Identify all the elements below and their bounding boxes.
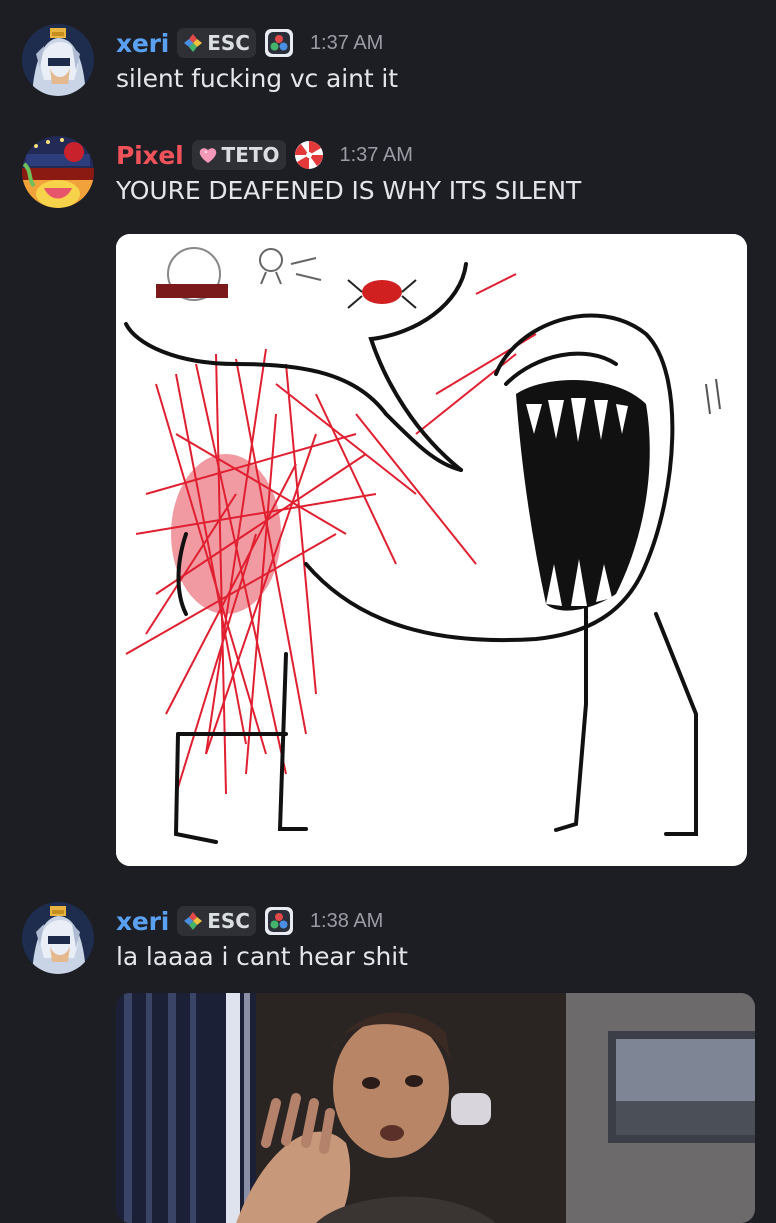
message-text: la laaaa i cant hear shit <box>116 942 408 971</box>
message-text: YOURE DEAFENED IS WHY ITS SILENT <box>116 176 582 205</box>
avatar-xeri[interactable] <box>22 24 94 96</box>
message-text: silent fucking vc aint it <box>116 64 398 93</box>
guild-tag[interactable]: ESC <box>177 906 256 936</box>
pink-heart-icon <box>199 148 216 163</box>
avatar-xeri-image <box>22 24 94 96</box>
avatar-pixel-image <box>22 136 94 208</box>
stick-figure-drawing-image <box>116 234 747 866</box>
message-header: xeri ESC 1:37 AM <box>116 25 383 61</box>
esc-diamond-icon <box>184 34 203 52</box>
man-covering-ears-gif <box>116 993 755 1223</box>
app-badge-icon[interactable] <box>264 28 294 58</box>
app-badge-icon[interactable] <box>264 906 294 936</box>
guild-tag-label: TETO <box>221 143 280 167</box>
esc-diamond-icon <box>184 912 203 930</box>
message-header: Pixel TETO 1:37 AM <box>116 137 413 173</box>
timestamp: 1:37 AM <box>339 143 413 166</box>
guild-tag[interactable]: ESC <box>177 28 256 58</box>
guild-tag-label: ESC <box>207 31 250 55</box>
guild-tag[interactable]: TETO <box>191 140 286 170</box>
timestamp: 1:38 AM <box>309 909 384 932</box>
message-header: xeri ESC 1:38 AM <box>116 903 383 939</box>
gif-attachment[interactable] <box>116 993 755 1223</box>
image-attachment[interactable] <box>116 234 747 866</box>
username[interactable]: xeri <box>116 29 169 58</box>
avatar-xeri[interactable] <box>22 902 94 974</box>
guild-tag-label: ESC <box>207 909 250 933</box>
timestamp: 1:37 AM <box>309 31 384 54</box>
avatar-pixel[interactable] <box>22 136 94 208</box>
avatar-xeri-image <box>22 902 94 974</box>
peppermint-badge-icon[interactable] <box>294 140 324 170</box>
username[interactable]: Pixel <box>116 141 184 170</box>
username[interactable]: xeri <box>116 907 169 936</box>
